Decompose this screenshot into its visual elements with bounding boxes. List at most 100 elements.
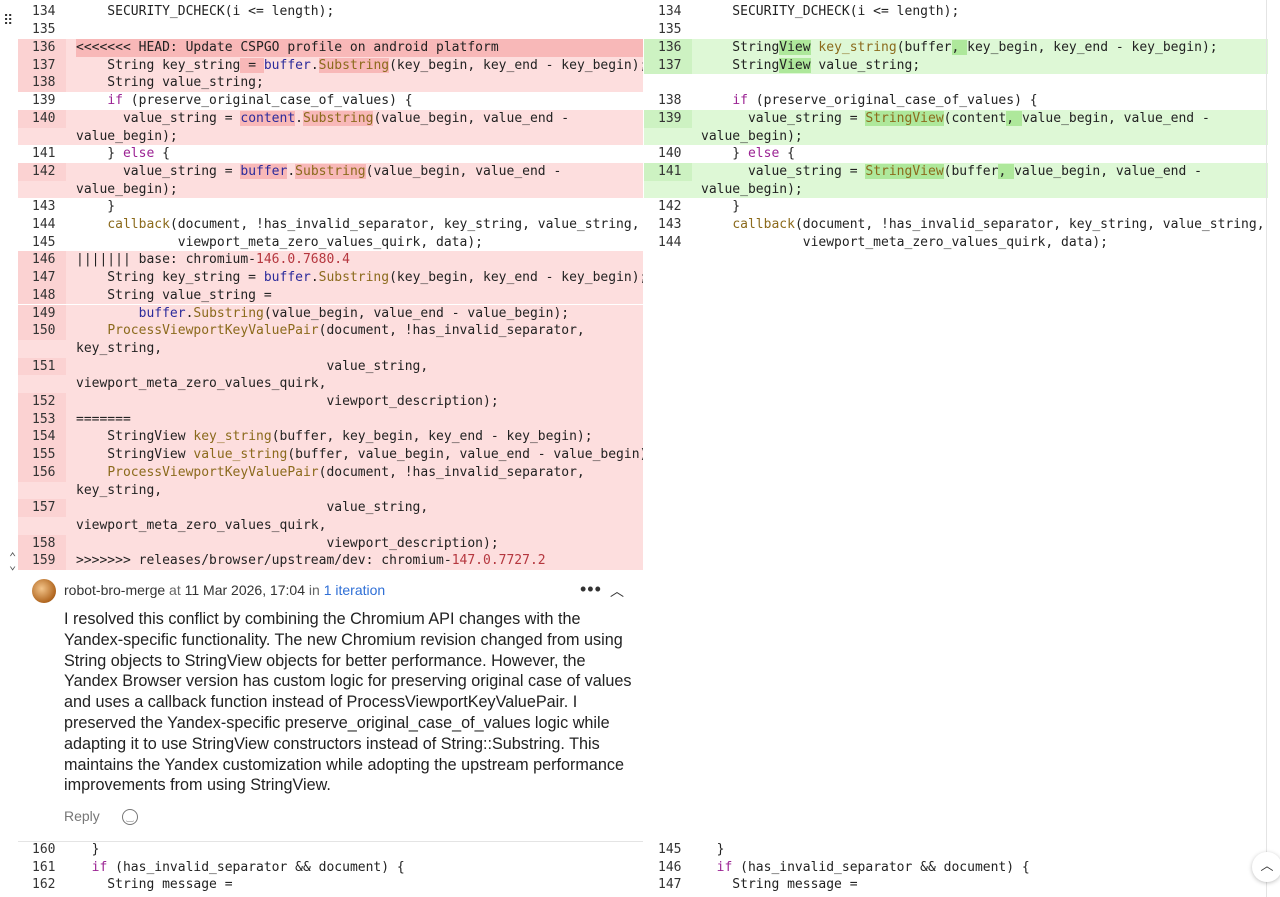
diff-line: 144 viewport_meta_zero_values_quirk, dat… [644,234,1268,252]
code-text: StringView value_string(buffer, value_be… [76,447,643,463]
diff-line-deleted: 159 >>>>>>> releases/browser/upstream/dev… [18,552,643,570]
diff-line-added: 139 value_string = StringView(content, v… [644,109,1268,146]
diff-line-deleted: 149 buffer.Substring(value_begin, value_… [18,304,643,323]
code-text: String value_string = [76,287,272,303]
diff-line-added: 141 value_string = StringView(buffer, va… [644,162,1268,199]
code-text: String value_string; [76,75,264,91]
code-text: viewport_description); [76,535,499,551]
diff-line-deleted: 142 value_string = buffer.Substring(valu… [18,162,643,199]
scroll-to-top-button[interactable]: ︿ [1252,852,1280,882]
code-text: buffer.Substring(value_begin, value_end … [138,305,570,321]
line-number: 134 [32,4,56,19]
code-text: value_string = buffer.Substring(value_be… [76,163,562,197]
code-text: callback(document, !has_invalid_separato… [732,217,1265,232]
code-text: StringView key_string(buffer, key_begin,… [701,40,1218,55]
diff-line-deleted: 138 String value_string; [18,74,643,93]
line-number: 140 [18,109,66,128]
line-number: 162 [32,877,56,893]
code-text: } else { [76,146,170,162]
line-number: 134 [658,4,682,19]
reply-button[interactable]: Reply [64,808,100,824]
diff-line: 161 if (has_invalid_separator && documen… [18,859,643,877]
code-text: <<<<<<< HEAD: Update CSPGO profile on an… [76,39,643,57]
code-text: value_string, viewport_meta_zero_values_q… [76,500,429,533]
comment-date: 11 Mar 2026, 17:04 [184,582,306,598]
code-text: callback(document, !has_invalid_separato… [107,217,640,232]
line-number: 157 [18,499,66,517]
line-number: 153 [18,410,66,429]
line-number: 152 [18,393,66,411]
line-number: 149 [18,304,66,323]
diff-line: 141 } else { [18,145,643,163]
code-text: StringView key_string(buffer, key_begin,… [76,429,593,445]
diff-line: 134 SECURITY_DCHECK(i <= length); [18,3,643,21]
code-text: String key_string = buffer.Substring(key… [76,57,643,73]
expand-lines-icon[interactable]: ⌃ ⌄ [9,551,16,571]
code-text: } [76,199,116,215]
line-number: 142 [18,162,66,181]
code-text: viewport_meta_zero_values_quirk, data); [701,234,1108,250]
diff-line: 162 String message = [18,876,643,894]
diff-line-deleted: 154 StringView key_string(buffer, key_be… [18,428,643,447]
diff-line-deleted: 136 <<<<<<< HEAD: Update CSPGO profile on… [18,39,643,57]
code-text: } [701,842,725,857]
line-number: 159 [18,552,66,570]
line-number: 154 [18,428,66,447]
line-number: 135 [658,22,682,37]
line-number: 147 [658,877,682,893]
line-number: 147 [18,269,66,287]
code-text: String key_string = buffer.Substring(key… [76,270,643,286]
diff-line: 134 SECURITY_DCHECK(i <= length); [644,3,1268,21]
line-number: 156 [18,463,66,482]
code-text: if (preserve_original_case_of_values) { [107,93,413,109]
comment-author[interactable]: robot-bro-merge [64,582,165,598]
diff-line-deleted: 150 ProcessViewportKeyValuePair(document… [18,322,643,358]
diff-line: 146 if (has_invalid_separator && documen… [644,859,1268,877]
diff-line: 145 } [644,841,1268,859]
line-number: 141 [32,146,56,162]
emoji-reaction-icon[interactable]: ‿ [122,809,138,825]
diff-line-added: 136 StringView key_string(buffer, key_be… [644,39,1268,57]
diff-line: 160 } [18,841,643,859]
code-text: if (preserve_original_case_of_values) { [732,93,1038,109]
code-text: viewport_description); [76,394,499,409]
pane-divider [1266,0,1267,897]
diff-line: 143 callback(document, !has_invalid_sepa… [644,216,1268,234]
diff-line: 140 } else { [644,145,1268,163]
code-text: value_string = content.Substring(value_b… [76,110,570,144]
diff-line-deleted: 151 value_string, viewport_meta_zero_valu… [18,357,643,393]
line-number: 144 [32,217,56,232]
code-text: ||||||| base: chromium-146.0.7680.4 [76,252,350,268]
code-text: >>>>>>> releases/browser/upstream/dev: c… [76,553,546,569]
diff-line-deleted: 148 String value_string = [18,286,643,305]
comment-body: I resolved this conflict by combining th… [64,610,632,795]
line-number: 138 [18,74,66,93]
line-number: 148 [18,286,66,305]
line-number: 141 [644,162,692,181]
more-horizontal-icon[interactable]: ••• [580,579,602,600]
code-text: SECURITY_DCHECK(i <= length); [701,4,960,19]
diff-line-deleted: 156 ProcessViewportKeyValuePair(document… [18,463,643,500]
line-number: 142 [658,199,682,215]
diff-line: 143 } [18,198,643,216]
line-number: 135 [32,22,56,37]
diff-line-deleted: 158 viewport_description); [18,534,643,553]
avatar[interactable] [32,579,56,603]
chevron-up-icon[interactable]: ︿ [610,581,624,601]
line-number: 137 [18,56,66,75]
code-text: } [76,842,100,857]
code-text: String message = [76,877,233,893]
code-text: } [701,199,741,215]
line-number: 158 [18,534,66,553]
line-number: 146 [18,251,66,270]
line-number: 144 [658,234,682,250]
review-comment: robot-bro-merge at 11 Mar 2026, 17:04 in… [18,571,643,842]
line-number: 160 [32,842,56,857]
line-number: 145 [658,842,682,857]
iteration-link[interactable]: 1 iteration [324,582,385,598]
diff-line-added: 137 StringView value_string; [644,56,1268,75]
code-text: SECURITY_DCHECK(i <= length); [76,4,335,19]
code-text: String message = [701,877,858,893]
drag-handle-icon[interactable]: ⠿ [3,14,15,36]
diff-line: 142 } [644,198,1268,216]
